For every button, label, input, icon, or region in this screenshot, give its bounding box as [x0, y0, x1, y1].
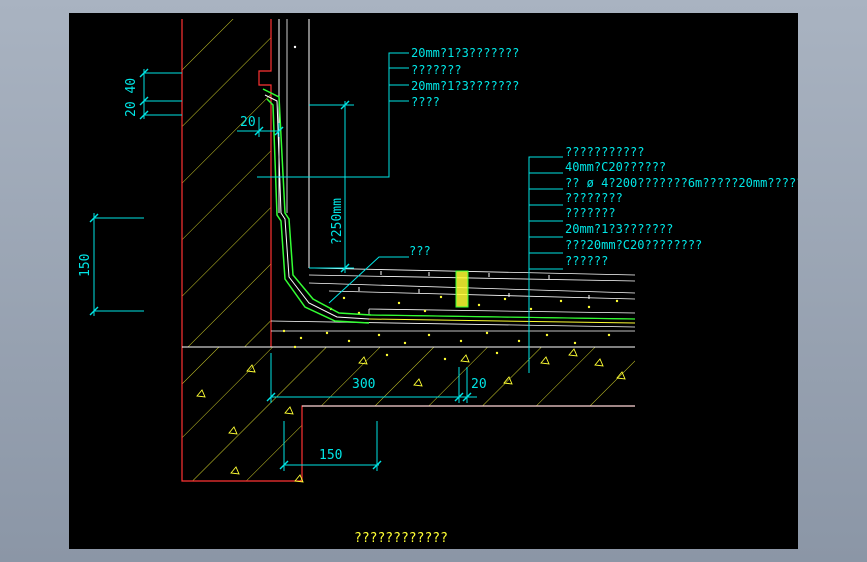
reference-dot — [293, 45, 297, 49]
expansion-joint — [455, 270, 469, 308]
dim-250: ?250mm — [330, 198, 345, 245]
dim-150-bottom: 150 — [319, 448, 342, 463]
joint-callout: ??? — [409, 244, 431, 258]
dim-20-40: 20 40 — [124, 78, 139, 117]
construction-detail-drawing: 20mm?1?3??????? ??????? 20mm?1?3??????? … — [78, 19, 798, 546]
floor-callout-2: 40mm?C20?????? — [565, 160, 666, 174]
floor-callout-7: ???20mm?C20???????? — [565, 238, 702, 252]
floor-callout-6: 20mm?1?3??????? — [565, 222, 673, 236]
floor-callouts: ??????????? 40mm?C20?????? ?? ø 4?200???… — [565, 145, 798, 268]
dim-150-left: 150 — [78, 254, 93, 277]
floor-layers — [270, 267, 636, 332]
wall-callout-1: 20mm?1?3??????? — [411, 46, 519, 60]
dim-20-offset: 20 — [240, 115, 256, 130]
floor-callout-5: ??????? — [565, 206, 616, 220]
floor-callout-3: ?? ø 4?200???????6m?????20mm????? — [565, 176, 798, 190]
wall-section — [181, 19, 310, 347]
wall-callout-2: ??????? — [411, 63, 462, 77]
wall-callout-3: 20mm?1?3??????? — [411, 79, 519, 93]
wall-callouts: 20mm?1?3??????? ??????? 20mm?1?3??????? … — [411, 46, 519, 109]
floor-callout-8: ?????? — [565, 254, 608, 268]
wall-callout-4: ???? — [411, 95, 440, 109]
drawing-caption: ???????????? — [354, 531, 448, 546]
floor-callout-4: ???????? — [565, 191, 623, 205]
floor-callout-1: ??????????? — [565, 145, 644, 159]
drawing-canvas: 20mm?1?3??????? ??????? 20mm?1?3??????? … — [69, 13, 798, 549]
dim-300: 300 — [352, 377, 375, 392]
dim-20-base: 20 — [471, 377, 487, 392]
